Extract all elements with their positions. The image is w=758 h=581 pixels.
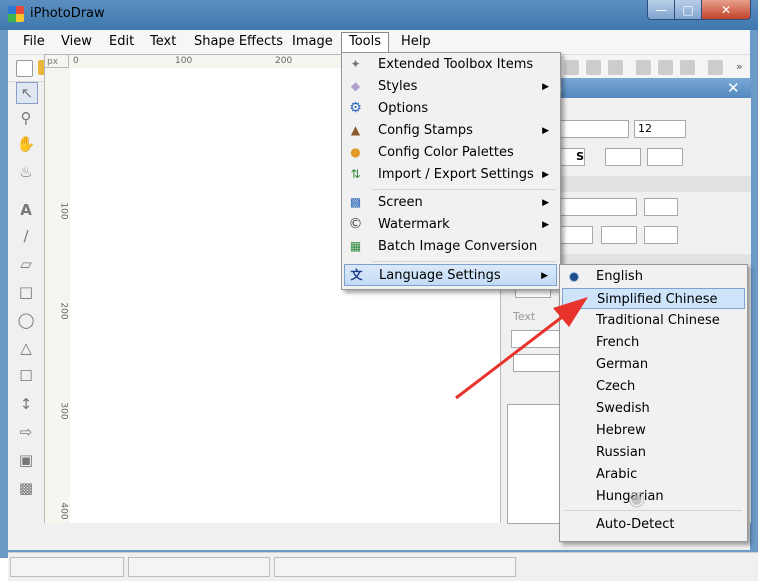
arrow-head: [553, 297, 588, 327]
status-cell-3: [274, 557, 516, 577]
annotation-arrow: [455, 297, 588, 400]
status-cell-2: [128, 557, 270, 577]
status-cell-1: [10, 557, 124, 577]
arrow-shaft: [455, 312, 567, 400]
